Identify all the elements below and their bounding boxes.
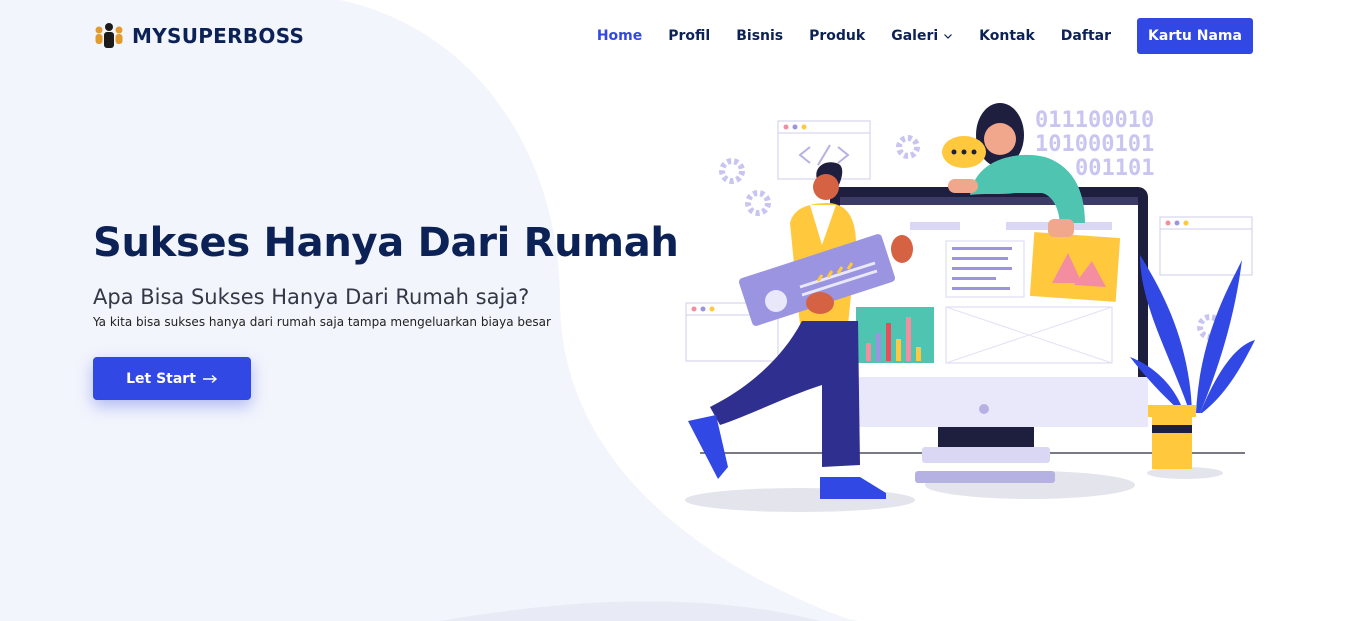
binary-line-3: 001101 [1075, 156, 1154, 181]
nav-item-galeri[interactable]: Galeri [891, 18, 953, 54]
binary-line-2: 101000101 [1035, 132, 1154, 157]
nav-item-bisnis[interactable]: Bisnis [736, 18, 783, 54]
page: MYSUPERBOSS Home Profil Bisnis Produk Ga… [0, 0, 1348, 621]
arrow-right-icon [202, 374, 217, 383]
binary-line-1: 011100010 [1035, 108, 1154, 133]
side-window-right [1159, 216, 1253, 276]
nav-item-produk[interactable]: Produk [809, 18, 865, 54]
monitor [830, 187, 1148, 483]
nav-item-galeri-label: Galeri [891, 28, 939, 44]
nav-item-kontak[interactable]: Kontak [979, 18, 1035, 54]
let-start-label: Let Start [126, 370, 196, 387]
logo-icon [95, 23, 123, 48]
nav-item-profil[interactable]: Profil [668, 18, 710, 54]
main-nav: Home Profil Bisnis Produk Galeri Kontak … [571, 18, 1253, 54]
nav-item-daftar[interactable]: Daftar [1061, 18, 1111, 54]
brand-logo[interactable]: MYSUPERBOSS [94, 22, 304, 50]
chevron-down-icon [944, 34, 953, 39]
plant [1130, 255, 1255, 469]
hero-description: Ya kita bisa sukses hanya dari rumah saj… [93, 315, 551, 329]
hero-illustration: 011100010 101000101 001101 [685, 103, 1255, 512]
hero-title: Sukses Hanya Dari Rumah [93, 220, 679, 266]
nav-item-home[interactable]: Home [597, 18, 642, 54]
site-header: MYSUPERBOSS Home Profil Bisnis Produk Ga… [0, 0, 1348, 70]
hero-subtitle: Apa Bisa Sukses Hanya Dari Rumah saja? [93, 285, 530, 309]
brand-name: MYSUPERBOSS [132, 24, 305, 48]
kartu-nama-button[interactable]: Kartu Nama [1137, 18, 1253, 54]
let-start-button[interactable]: Let Start [93, 357, 251, 400]
